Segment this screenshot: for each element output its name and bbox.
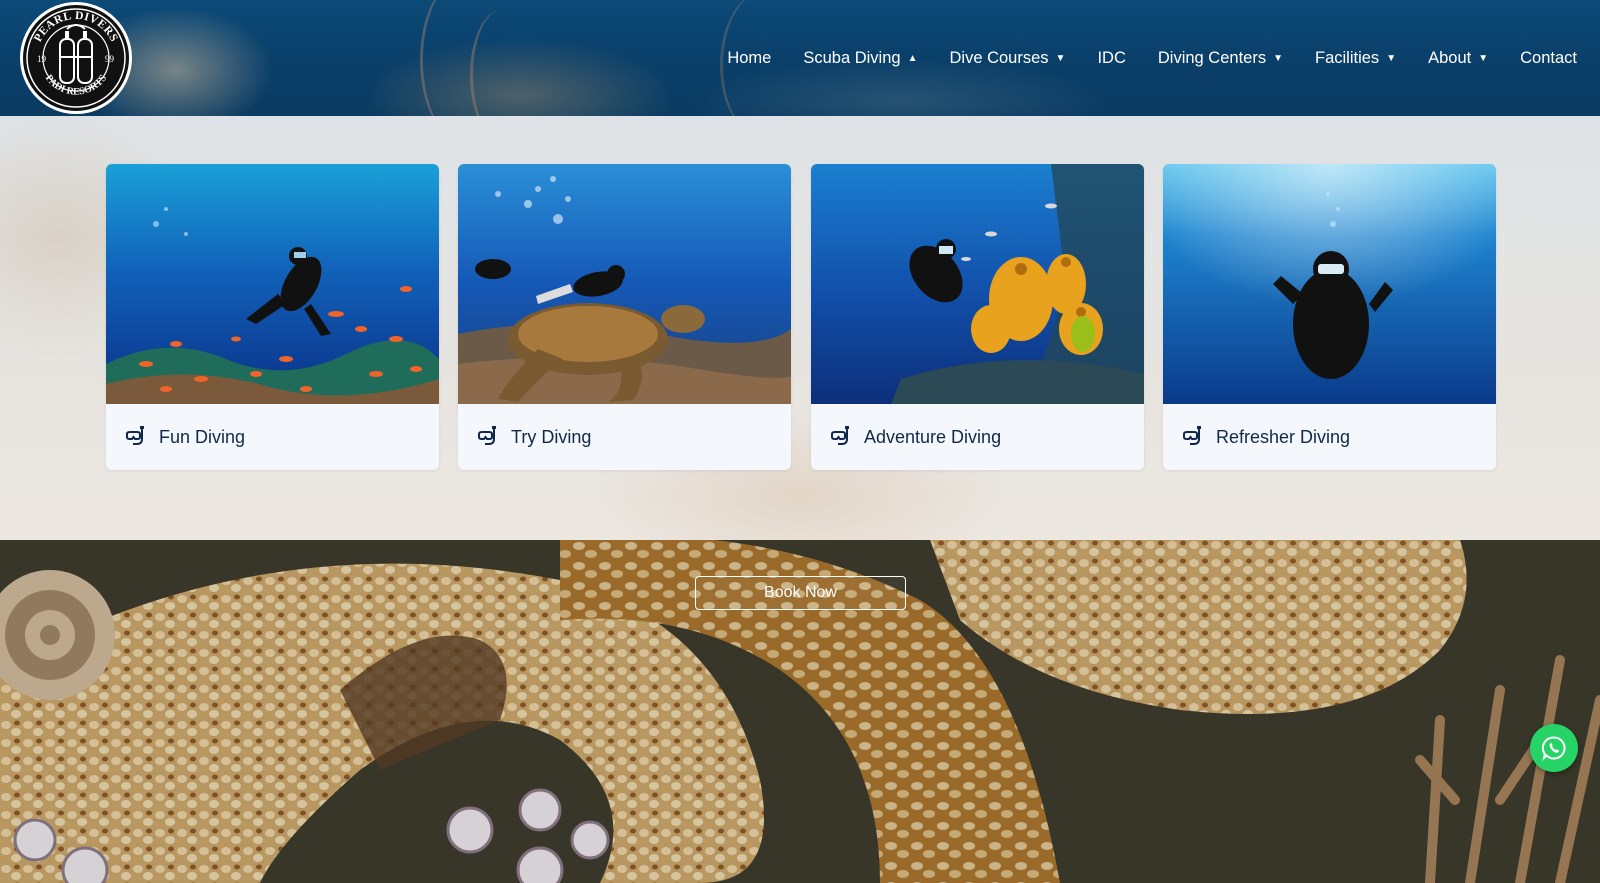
pearl-divers-logo[interactable]: PEARL DIVERS PADI RESORTS 19 99 <box>20 2 132 114</box>
snorkel-mask-icon <box>478 426 496 445</box>
site-header: PEARL DIVERS PADI RESORTS 19 99 Home Scub… <box>0 0 1600 116</box>
caret-down-icon: ▼ <box>1273 52 1283 64</box>
card-caption: Refresher Diving <box>1163 404 1496 470</box>
nav-item-label: Contact <box>1520 48 1577 67</box>
caret-down-icon: ▼ <box>1055 52 1066 64</box>
nav-item-label: Facilities <box>1315 48 1380 67</box>
adventure-diving-photo <box>811 164 1144 404</box>
fun-diving-photo <box>106 164 439 404</box>
card-title[interactable]: Adventure Diving <box>864 427 1001 448</box>
svg-text:PEARL DIVERS: PEARL DIVERS <box>32 10 120 44</box>
card-caption: Adventure Diving <box>811 404 1144 470</box>
nav-item-label: Home <box>727 48 772 67</box>
nav-item-idc[interactable]: IDC <box>1081 38 1141 78</box>
logo-year-left: 19 <box>37 54 47 64</box>
snorkel-mask-icon <box>831 426 849 445</box>
nav-item-contact[interactable]: Contact <box>1504 38 1600 78</box>
nav-item-dive-courses[interactable]: Dive Courses ▼ <box>934 38 1082 78</box>
service-card-try-diving[interactable]: Try Diving <box>458 164 791 470</box>
caret-up-icon: ▲ <box>907 52 918 64</box>
services-section: Fun Diving Try Diving Adventure Diving R… <box>0 116 1600 540</box>
card-title[interactable]: Fun Diving <box>159 427 245 448</box>
card-caption: Try Diving <box>458 404 791 470</box>
snorkel-mask-icon <box>1183 426 1201 445</box>
try-diving-photo <box>458 164 791 404</box>
card-caption: Fun Diving <box>106 404 439 470</box>
main-navigation: Home Scuba Diving ▲ Dive Courses ▼ IDC Diving … <box>711 0 1600 116</box>
nav-item-label: IDC <box>1097 48 1126 67</box>
svg-text:PADI RESORTS: PADI RESORTS <box>43 73 109 98</box>
service-card-fun-diving[interactable]: Fun Diving <box>106 164 439 470</box>
caret-down-icon: ▼ <box>1386 52 1397 64</box>
whatsapp-icon <box>1541 736 1566 761</box>
nav-item-home[interactable]: Home <box>711 38 787 78</box>
nav-item-label: Dive Courses <box>949 48 1049 67</box>
card-title[interactable]: Refresher Diving <box>1216 427 1350 448</box>
octopus-hero-section: Book Now <box>0 540 1600 883</box>
caret-down-icon: ▼ <box>1478 52 1489 64</box>
coral-decoration <box>470 10 533 116</box>
snorkel-mask-icon <box>126 426 144 445</box>
service-card-adventure-diving[interactable]: Adventure Diving <box>811 164 1144 470</box>
book-now-button[interactable]: Book Now <box>695 576 906 610</box>
whatsapp-chat-button[interactable] <box>1530 724 1578 772</box>
nav-item-label: Scuba Diving <box>803 48 901 67</box>
nav-item-diving-centers[interactable]: Diving Centers ▼ <box>1142 38 1299 78</box>
logo-bottom-text: PADI RESORTS <box>43 73 109 98</box>
logo-year-right: 99 <box>105 54 115 64</box>
refresher-diving-photo <box>1163 164 1496 404</box>
nav-item-scuba-diving[interactable]: Scuba Diving ▲ <box>787 38 933 78</box>
card-title[interactable]: Try Diving <box>511 427 591 448</box>
service-card-refresher-diving[interactable]: Refresher Diving <box>1163 164 1496 470</box>
nav-item-label: About <box>1428 48 1472 67</box>
nav-item-facilities[interactable]: Facilities ▼ <box>1299 38 1412 78</box>
nav-item-label: Diving Centers <box>1157 48 1267 67</box>
logo-top-text: PEARL DIVERS <box>32 10 119 44</box>
nav-item-about[interactable]: About ▼ <box>1412 38 1504 78</box>
